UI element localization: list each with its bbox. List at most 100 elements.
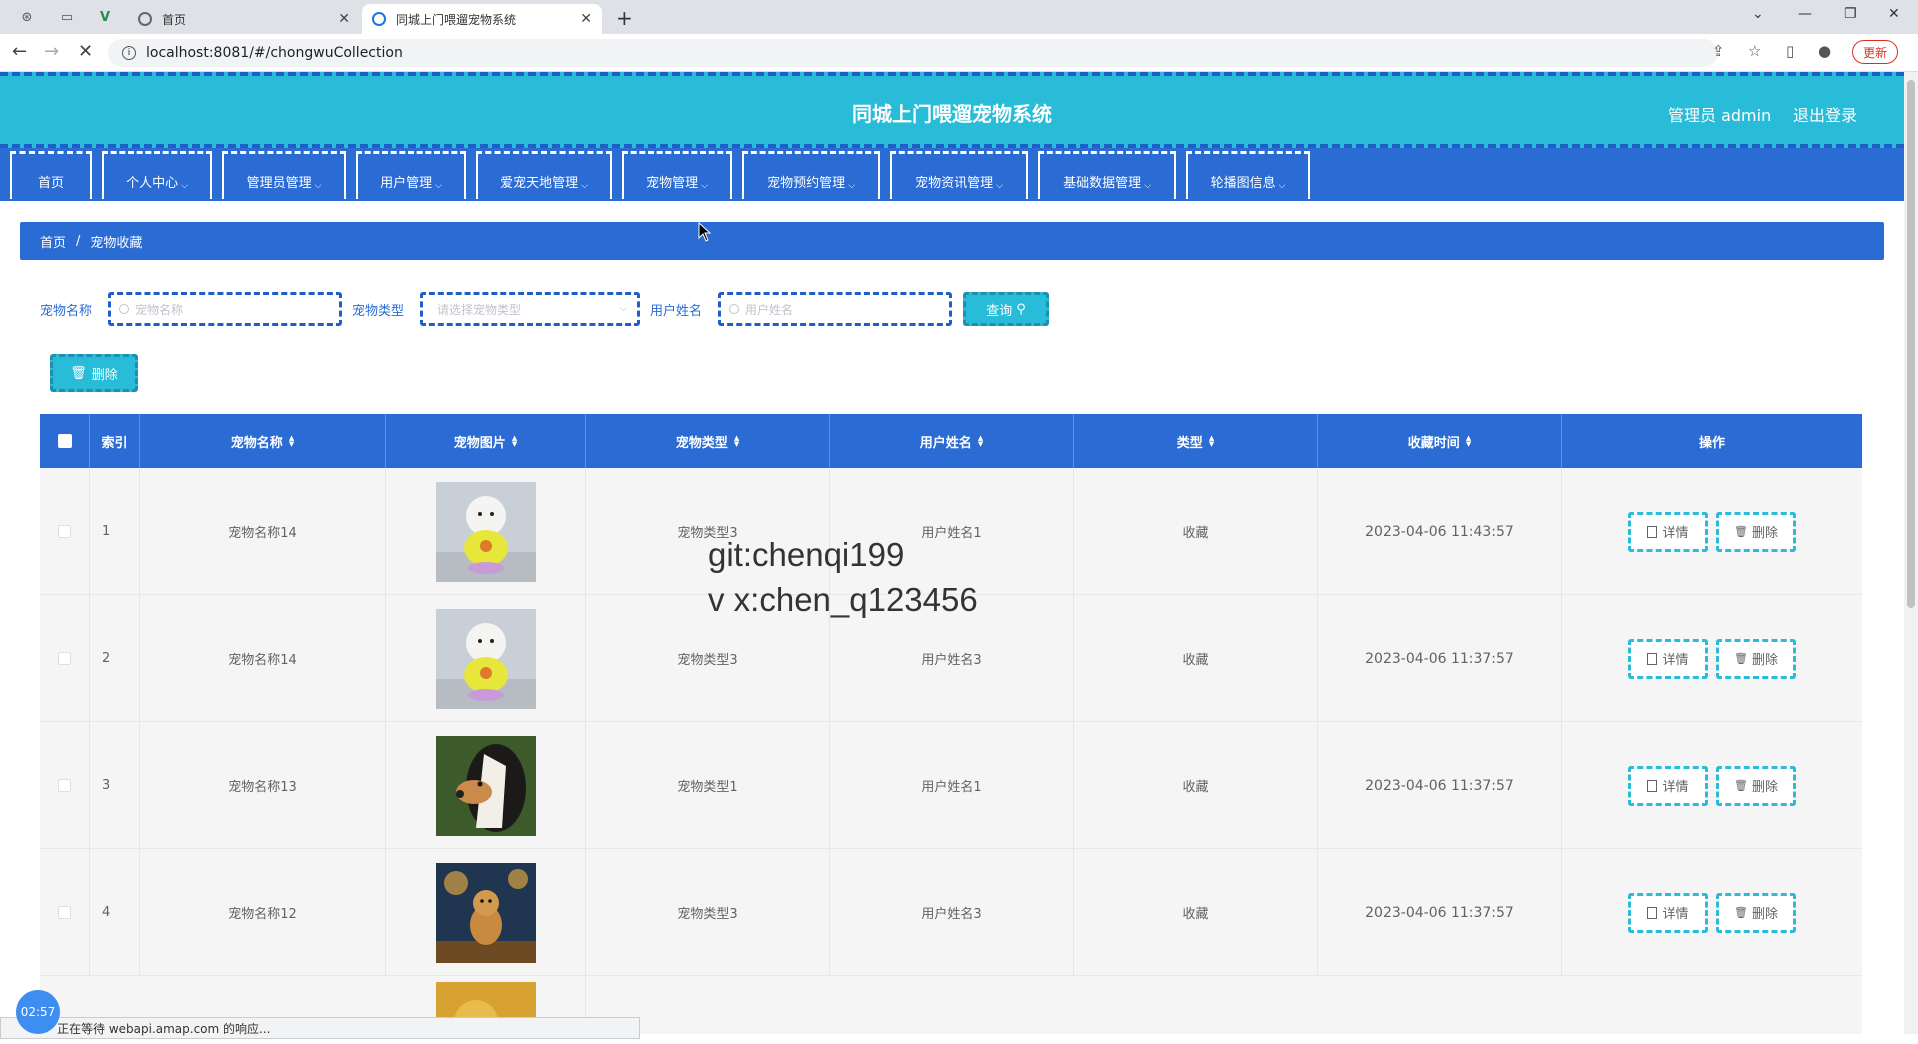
pet-name-cell: 宠物名称14 (140, 595, 386, 722)
scrollbar-thumb[interactable] (1907, 80, 1915, 608)
vue-tab-icon[interactable]: V (92, 6, 118, 28)
delete-button[interactable]: 🗑 删除 (1716, 638, 1796, 679)
status-bar: 正在等待 webapi.amap.com 的响应... (0, 1017, 640, 1039)
sidepanel-icon[interactable]: ▯ (1786, 42, 1794, 60)
tab-home[interactable]: 首页 ✕ (128, 4, 360, 34)
menu-item-home[interactable]: 首页 (10, 151, 92, 199)
menu-item-base-data[interactable]: 基础数据管理 ⌵ (1038, 151, 1176, 199)
pet-type-cell: 宠物类型3 (586, 849, 830, 976)
reload-stop-icon[interactable]: ✕ (78, 41, 93, 62)
pet-photo-collie[interactable] (435, 735, 536, 836)
pet-photo-golden-dog[interactable] (435, 862, 536, 963)
menu-label: 个人中心 (126, 176, 179, 191)
github-tab-icon[interactable]: ⊛ (14, 6, 40, 28)
sort-icon[interactable]: ▲ ▼ (289, 435, 294, 448)
col-pet-type[interactable]: 宠物类型 ▲ ▼ (586, 414, 830, 468)
profile-icon[interactable]: ● (1818, 42, 1831, 60)
index-cell: 4 (90, 849, 140, 976)
document-icon (1647, 906, 1658, 919)
update-button[interactable]: 更新 (1852, 40, 1898, 64)
delete-button[interactable]: 🗑 删除 (1716, 892, 1796, 933)
detail-button[interactable]: 详情 (1628, 765, 1708, 806)
pet-name-input[interactable]: 宠物名称 (108, 292, 342, 326)
menu-item-profile[interactable]: 个人中心 ⌵ (102, 151, 212, 199)
col-pet-image[interactable]: 宠物图片 ▲ ▼ (386, 414, 586, 468)
current-user: 管理员 admin (1668, 106, 1772, 125)
detail-button[interactable]: 详情 (1628, 511, 1708, 552)
close-icon[interactable]: ✕ (580, 11, 592, 27)
actions-cell: 详情 🗑 删除 (1562, 849, 1862, 976)
tab-search-icon[interactable]: ⌄ (1752, 6, 1764, 22)
pet-type-select[interactable]: 请选择宠物类型 ⌵ (420, 292, 640, 326)
col-label: 用户姓名 (919, 435, 972, 451)
query-button[interactable]: 查询 ⚲ (963, 292, 1049, 326)
minimize-button[interactable]: — (1798, 6, 1812, 22)
star-icon[interactable]: ☆ (1748, 42, 1761, 60)
delete-button[interactable]: 🗑 删除 (1716, 511, 1796, 552)
sort-icon[interactable]: ▲ ▼ (1466, 435, 1471, 448)
pet-image-cell (386, 468, 586, 595)
menu-item-appointments[interactable]: 宠物预约管理 ⌵ (742, 151, 880, 199)
restore-button[interactable]: ❐ (1844, 6, 1857, 22)
document-icon (1647, 779, 1658, 792)
menu-label: 宠物预约管理 (767, 176, 846, 191)
share-icon[interactable]: ⇪ (1712, 42, 1725, 60)
row-checkbox[interactable] (58, 525, 71, 538)
tab-active[interactable]: 同城上门喂遛宠物系统 ✕ (362, 4, 602, 34)
pet-type-cell: 宠物类型1 (586, 722, 830, 849)
menu-item-pet-world[interactable]: 爱宠天地管理 ⌵ (476, 151, 612, 199)
tab-title: 同城上门喂遛宠物系统 (396, 12, 517, 27)
pet-type-placeholder: 请选择宠物类型 (437, 302, 522, 317)
user-name-input[interactable]: 用户姓名 (718, 292, 952, 326)
col-label: 类型 (1176, 435, 1203, 451)
col-label: 宠物类型 (675, 435, 728, 451)
logout-link[interactable]: 退出登录 (1793, 102, 1857, 126)
detail-label: 详情 (1662, 526, 1689, 541)
back-icon[interactable]: ← (12, 41, 27, 62)
delete-button[interactable]: 🗑 删除 (1716, 765, 1796, 806)
chevron-down-icon: ⌵ (1278, 181, 1286, 191)
chevron-down-icon: ⌵ (435, 181, 442, 191)
col-pet-name[interactable]: 宠物名称 ▲ ▼ (140, 414, 386, 468)
col-label: 收藏时间 (1407, 435, 1460, 451)
col-time[interactable]: 收藏时间 ▲ ▼ (1318, 414, 1562, 468)
row-checkbox[interactable] (58, 652, 71, 665)
pet-photo-white-poodle[interactable] (435, 608, 536, 709)
col-type[interactable]: 类型 ▲ ▼ (1074, 414, 1318, 468)
row-checkbox[interactable] (58, 906, 71, 919)
sort-icon[interactable]: ▲ ▼ (978, 435, 983, 448)
sort-icon[interactable]: ▲ ▼ (1209, 435, 1214, 448)
sort-icon[interactable]: ▲ ▼ (734, 435, 739, 448)
menu-item-news[interactable]: 宠物资讯管理 ⌵ (890, 151, 1028, 199)
row-select-cell (40, 595, 90, 722)
col-user-name[interactable]: 用户姓名 ▲ ▼ (830, 414, 1074, 468)
delete-label: 删除 (91, 367, 118, 383)
new-tab-button[interactable]: + (616, 6, 633, 30)
col-label: 操作 (1698, 435, 1725, 451)
detail-button[interactable]: 详情 (1628, 638, 1708, 679)
window-close-button[interactable]: ✕ (1888, 6, 1900, 22)
info-icon[interactable]: i (122, 46, 136, 60)
sort-icon[interactable]: ▲ ▼ (512, 435, 517, 448)
breadcrumb-home[interactable]: 首页 (40, 232, 66, 251)
mouse-cursor-icon (698, 222, 712, 242)
blank-tab-icon[interactable]: ▭ (54, 6, 80, 28)
query-label: 查询 (986, 303, 1013, 319)
detail-label: 详情 (1662, 780, 1689, 795)
recording-timer[interactable]: 02:57 (16, 990, 60, 1034)
url-field[interactable]: i localhost:8081/#/chongwuCollection (108, 39, 1718, 67)
select-all-checkbox[interactable] (57, 434, 72, 448)
menu-item-admins[interactable]: 管理员管理 ⌵ (222, 151, 346, 199)
page-scrollbar[interactable] (1904, 72, 1918, 1034)
pet-photo-white-poodle[interactable] (435, 481, 536, 582)
menu-item-users[interactable]: 用户管理 ⌵ (356, 151, 466, 199)
row-checkbox[interactable] (58, 779, 71, 792)
close-icon[interactable]: ✕ (338, 11, 350, 27)
menu-item-pets[interactable]: 宠物管理 ⌵ (622, 151, 732, 199)
forward-icon[interactable]: → (44, 41, 59, 62)
main-menu: 首页 个人中心 ⌵ 管理员管理 ⌵ 用户管理 ⌵ 爱宠天地管理 ⌵ 宠物管理 ⌵ 宠物预约… (0, 148, 1904, 201)
detail-button[interactable]: 详情 (1628, 892, 1708, 933)
menu-item-carousel[interactable]: 轮播图信息 ⌵ (1186, 151, 1310, 199)
bulk-delete-button[interactable]: 🗑 删除 (50, 354, 138, 392)
chevron-down-icon: ⌵ (848, 181, 855, 191)
